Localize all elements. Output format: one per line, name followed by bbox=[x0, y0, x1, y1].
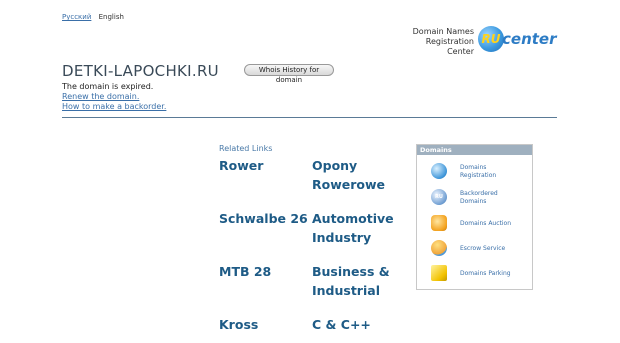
related-link[interactable]: Rower bbox=[219, 156, 263, 175]
service-label: Backordered Domains bbox=[460, 190, 498, 205]
related-link[interactable]: Schwalbe 26 bbox=[219, 209, 308, 228]
ru-center-logo[interactable]: RU center bbox=[478, 26, 560, 54]
service-domains-auction[interactable]: Domains Auction bbox=[417, 213, 532, 235]
service-domains-parking[interactable]: Domains Parking bbox=[417, 263, 532, 285]
globe-icon bbox=[431, 163, 447, 179]
domain-name-title: DETKI-LAPOCHKI.RU bbox=[62, 62, 219, 80]
related-link[interactable]: Kross bbox=[219, 315, 258, 334]
backorder-link[interactable]: How to make a backorder. bbox=[62, 102, 166, 112]
expired-message: The domain is expired. bbox=[62, 82, 154, 91]
service-backordered-domains[interactable]: RU Backordered Domains bbox=[417, 187, 532, 209]
related-link[interactable]: C & C++ bbox=[312, 315, 398, 334]
service-domains-registration[interactable]: Domains Registration bbox=[417, 161, 532, 183]
language-switch: Русский English bbox=[62, 13, 124, 21]
service-label: Domains Registration bbox=[460, 164, 497, 179]
registrar-line-3: Center bbox=[447, 47, 474, 56]
escrow-icon bbox=[431, 240, 447, 256]
service-escrow[interactable]: Escrow Service bbox=[417, 238, 532, 260]
service-label: Domains Parking bbox=[460, 270, 511, 277]
service-label: Domains Auction bbox=[460, 220, 512, 227]
domain-status: The domain is expired. Renew the domain.… bbox=[62, 82, 166, 112]
renew-domain-link[interactable]: Renew the domain. bbox=[62, 92, 166, 102]
domains-services-panel: Domains Domains Registration RU Backorde… bbox=[416, 144, 533, 290]
panel-header: Domains bbox=[417, 145, 532, 155]
service-label: Escrow Service bbox=[460, 245, 506, 252]
lang-ru-link[interactable]: Русский bbox=[62, 13, 91, 21]
related-link[interactable]: Opony Rowerowe bbox=[312, 156, 398, 194]
lang-en-current: English bbox=[98, 13, 124, 21]
hammer-icon bbox=[431, 215, 447, 231]
registrar-line-1: Domain Names bbox=[412, 27, 474, 36]
header-divider bbox=[62, 117, 557, 118]
whois-history-button[interactable]: Whois History for domain bbox=[244, 64, 334, 84]
ru-badge-icon: RU bbox=[431, 189, 447, 205]
registrar-caption: Domain Names Registration Center bbox=[396, 27, 474, 57]
logo-wordmark: center bbox=[502, 30, 557, 48]
related-link[interactable]: Automotive Industry bbox=[312, 209, 398, 247]
registrar-line-2: Registration bbox=[425, 37, 474, 46]
related-links-title: Related Links bbox=[219, 144, 273, 153]
related-link[interactable]: MTB 28 bbox=[219, 262, 271, 281]
logo-ball-icon: RU bbox=[478, 26, 504, 52]
parking-icon bbox=[431, 265, 447, 281]
related-link[interactable]: Business & Industrial bbox=[312, 262, 398, 300]
